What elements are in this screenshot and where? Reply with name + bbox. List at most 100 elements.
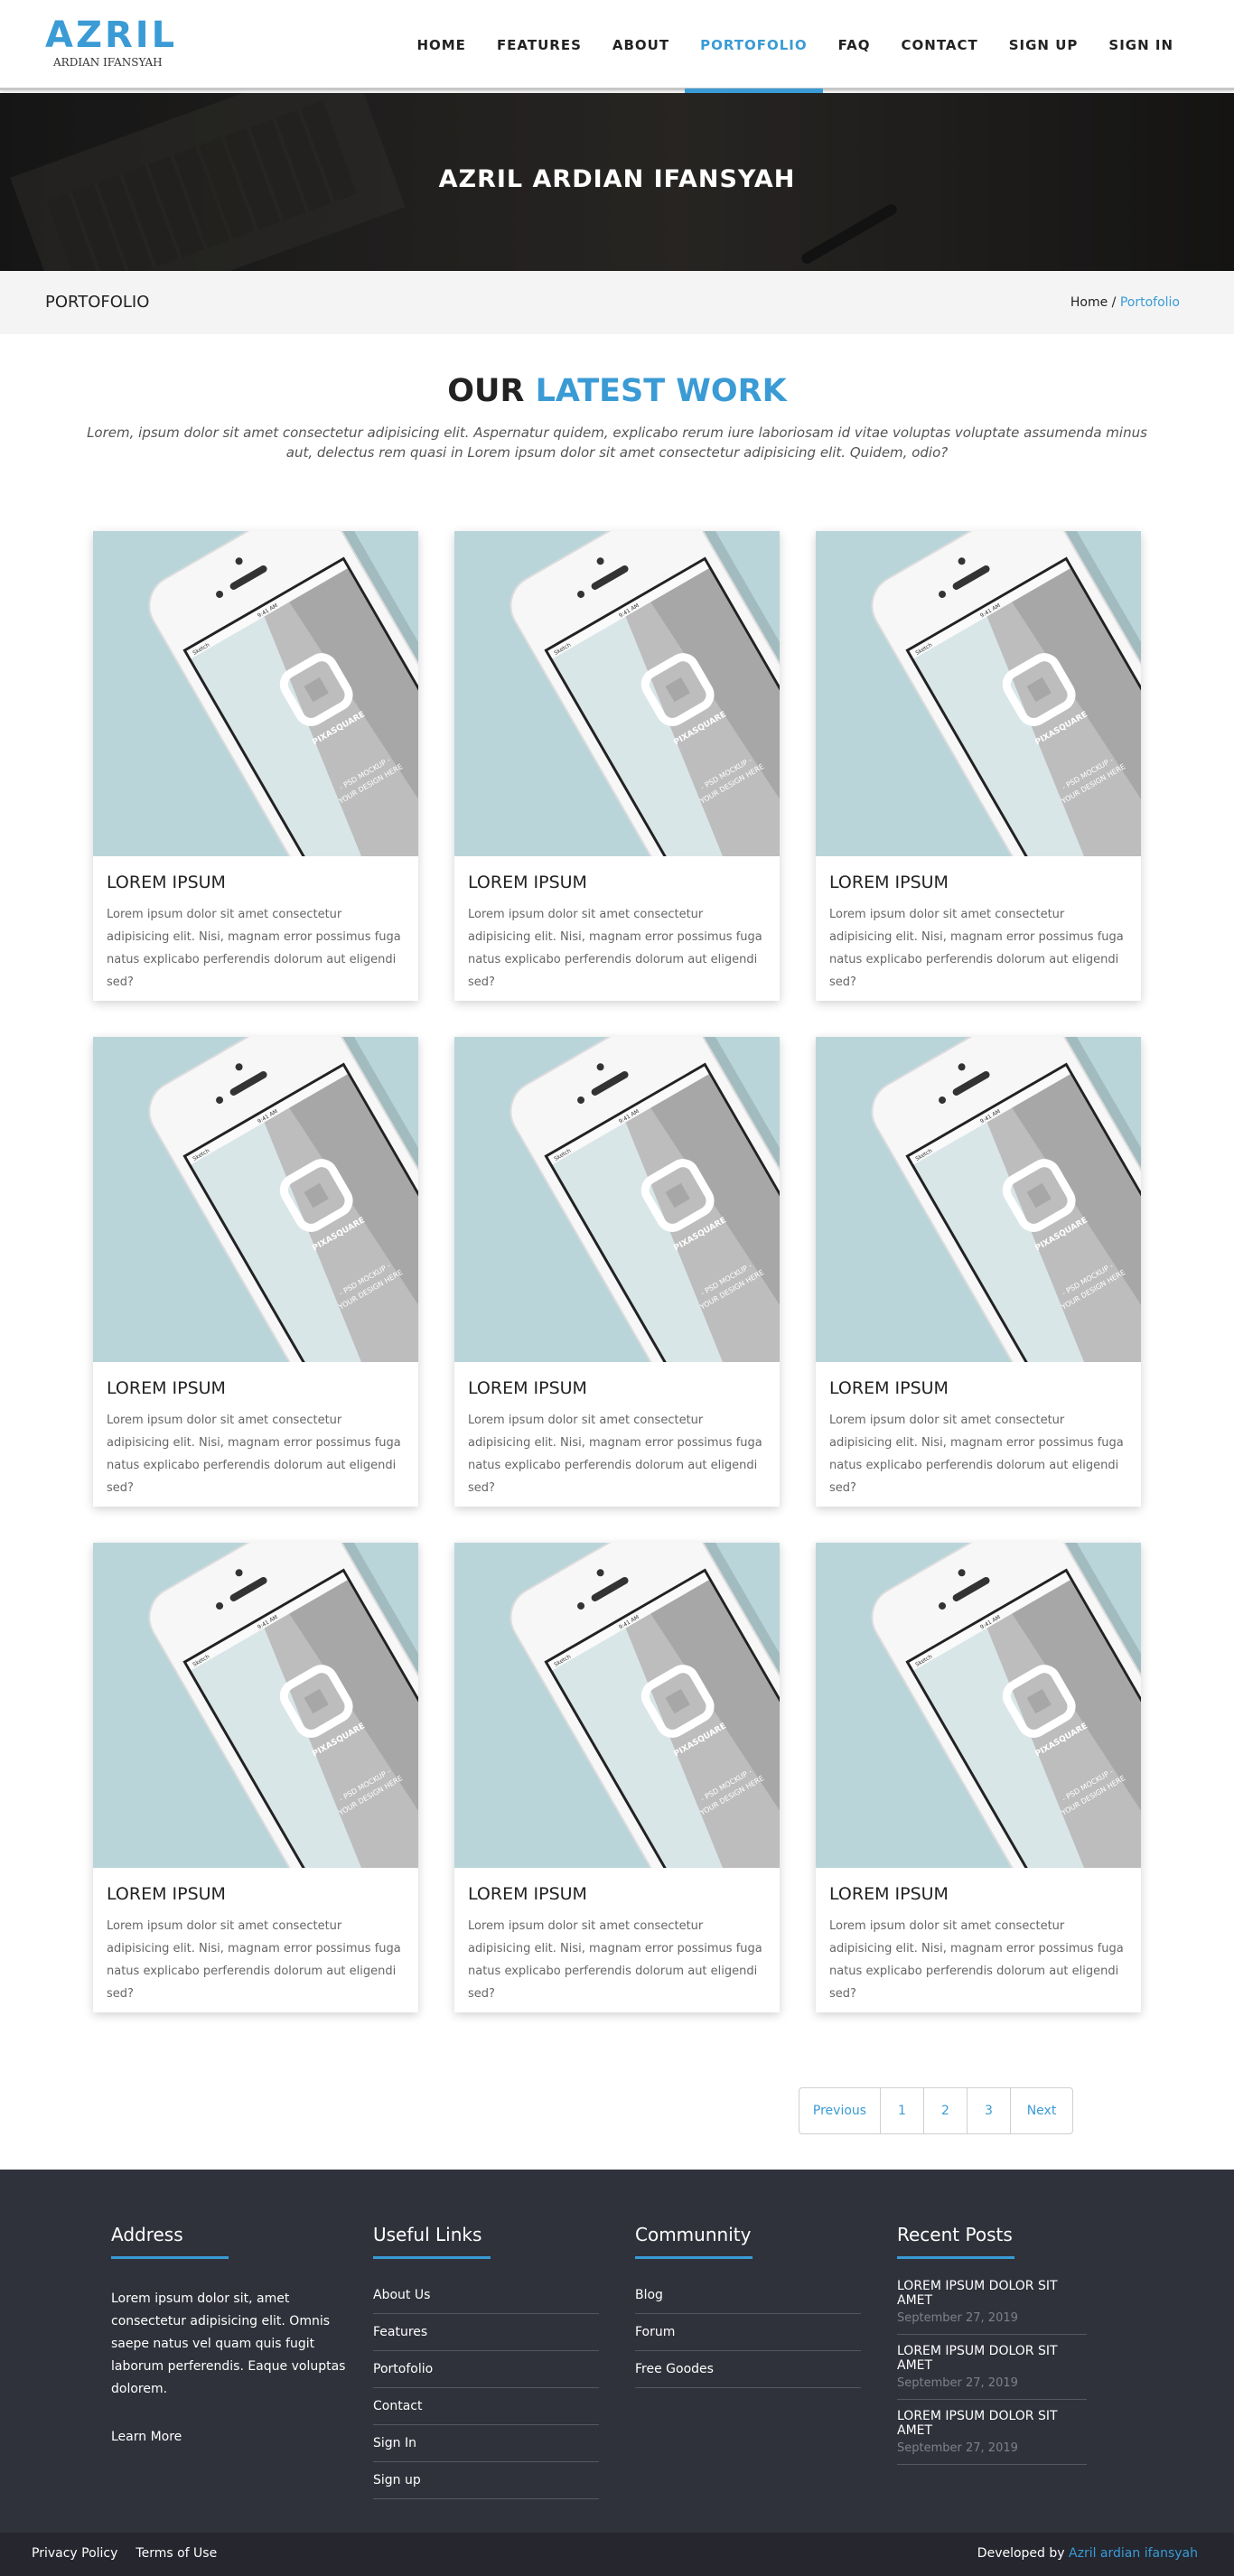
phone-mockup-illustration: PIXASQUARE- PSD MOCKUP -YOUR DESIGN HERE…	[816, 1543, 1141, 1868]
recent-post[interactable]: LOREM IPSUM DOLOR SIT AMET September 27,…	[897, 2409, 1087, 2465]
nav-sign-in[interactable]: SIGN IN	[1093, 0, 1189, 90]
phone-mockup-illustration: PIXASQUARE- PSD MOCKUP -YOUR DESIGN HERE…	[454, 531, 780, 856]
phone-mockup-image: PIXASQUARE - PSD MOCKUP - YOUR DESIGN HERE…	[816, 1543, 1141, 1868]
footer-link-about-us[interactable]: About Us	[373, 2277, 599, 2314]
breadcrumb-home[interactable]: Home	[1070, 295, 1108, 310]
pagination-page-1[interactable]: 1	[881, 2088, 924, 2133]
portfolio-card-title: LOREM IPSUM	[468, 1378, 587, 1398]
site-logo[interactable]: AZRIL ARDIAN IFANSYAH	[45, 14, 208, 69]
footer-useful-links-heading: Useful Links	[373, 2224, 482, 2245]
footer-link-sign-in[interactable]: Sign In	[373, 2425, 599, 2462]
breadcrumb-separator: /	[1108, 295, 1120, 310]
section-heading-accent: LATEST WORK	[535, 373, 787, 409]
portfolio-card-title: LOREM IPSUM	[107, 873, 226, 892]
recent-post-title: LOREM IPSUM DOLOR SIT AMET	[897, 2344, 1058, 2373]
portfolio-card[interactable]: PIXASQUARE - PSD MOCKUP - YOUR DESIGN HERE…	[454, 531, 780, 1001]
nav-about[interactable]: ABOUT	[597, 0, 685, 90]
recent-post[interactable]: LOREM IPSUM DOLOR SIT AMET September 27,…	[897, 2279, 1087, 2335]
footer-community-heading: Communnity	[635, 2224, 752, 2245]
recent-post-title: LOREM IPSUM DOLOR SIT AMET	[897, 2409, 1058, 2438]
footer-useful-links: Useful Links About Us Features Portofoli…	[373, 2224, 599, 2499]
portfolio-card[interactable]: PIXASQUARE - PSD MOCKUP - YOUR DESIGN HERE…	[454, 1037, 780, 1507]
privacy-policy-link[interactable]: Privacy Policy	[32, 2546, 117, 2561]
developed-by-label: Developed by	[977, 2546, 1070, 2561]
nav-features[interactable]: FEATURES	[481, 0, 597, 90]
portfolio-card-text: Lorem ipsum dolor sit amet consectetur a…	[468, 1919, 762, 2001]
portfolio-card-text: Lorem ipsum dolor sit amet consectetur a…	[829, 1414, 1124, 1495]
phone-mockup-image: PIXASQUARE - PSD MOCKUP - YOUR DESIGN HERE…	[816, 531, 1141, 856]
phone-mockup-image: PIXASQUARE - PSD MOCKUP - YOUR DESIGN HERE…	[454, 1543, 780, 1868]
footer-address-heading: Address	[111, 2224, 183, 2245]
phone-mockup-image: PIXASQUARE - PSD MOCKUP - YOUR DESIGN HERE…	[816, 1037, 1141, 1362]
pagination-previous[interactable]: Previous	[799, 2088, 881, 2133]
nav-sign-up[interactable]: SIGN UP	[994, 0, 1094, 90]
phone-mockup-image: PIXASQUARE - PSD MOCKUP - YOUR DESIGN HERE…	[93, 1037, 418, 1362]
portfolio-card[interactable]: PIXASQUARE - PSD MOCKUP - YOUR DESIGN HERE…	[816, 1543, 1141, 2012]
breadcrumb-current: Portofolio	[1119, 295, 1180, 310]
section-description: Lorem, ipsum dolor sit amet consectetur …	[87, 425, 1147, 461]
portfolio-card-title: LOREM IPSUM	[468, 873, 587, 892]
developer-link[interactable]: Azril ardian ifansyah	[1069, 2546, 1198, 2561]
phone-mockup-image: PIXASQUARE - PSD MOCKUP - YOUR DESIGN HERE…	[93, 1543, 418, 1868]
nav-faq[interactable]: FAQ	[823, 0, 886, 90]
main-menu: HOME FEATURES ABOUT PORTOFOLIO FAQ CONTA…	[401, 0, 1189, 93]
portfolio-card-title: LOREM IPSUM	[107, 1378, 226, 1398]
portfolio-card[interactable]: PIXASQUARE - PSD MOCKUP - YOUR DESIGN HERE…	[454, 1543, 780, 2012]
footer-link-sign-up[interactable]: Sign up	[373, 2462, 599, 2499]
portfolio-card[interactable]: PIXASQUARE - PSD MOCKUP - YOUR DESIGN HERE…	[93, 1037, 418, 1507]
logo-subtitle: ARDIAN IFANSYAH	[53, 56, 163, 69]
pagination-page-2[interactable]: 2	[924, 2088, 968, 2133]
hero-banner: AZRIL ARDIAN IFANSYAH	[0, 93, 1234, 271]
section-heading-prefix: OUR	[447, 373, 536, 409]
learn-more-link[interactable]: Learn More	[111, 2430, 337, 2444]
footer-community: Communnity Blog Forum Free Goodes	[635, 2224, 861, 2388]
navbar: AZRIL ARDIAN IFANSYAH HOME FEATURES ABOU…	[0, 0, 1234, 93]
pagination-page-3[interactable]: 3	[968, 2088, 1011, 2133]
portfolio-card-title: LOREM IPSUM	[468, 1884, 587, 1904]
nav-home[interactable]: HOME	[401, 0, 481, 90]
footer-link-free-goodes[interactable]: Free Goodes	[635, 2351, 861, 2388]
footer-link-contact[interactable]: Contact	[373, 2388, 599, 2425]
footer-recent-posts: Recent Posts LOREM IPSUM DOLOR SIT AMET …	[897, 2224, 1123, 2474]
portfolio-card[interactable]: PIXASQUARE - PSD MOCKUP - YOUR DESIGN HERE…	[816, 1037, 1141, 1507]
logo-name: AZRIL	[45, 14, 178, 56]
portfolio-card-text: Lorem ipsum dolor sit amet consectetur a…	[107, 1919, 401, 2001]
portfolio-card[interactable]: PIXASQUARE - PSD MOCKUP - YOUR DESIGN HERE…	[93, 1543, 418, 2012]
footer: Address Lorem ipsum dolor sit, amet cons…	[0, 2170, 1234, 2533]
recent-post-date: September 27, 2019	[897, 2441, 1018, 2455]
bottom-bar: Privacy Policy Terms of Use Developed by…	[0, 2533, 1234, 2576]
footer-address: Address Lorem ipsum dolor sit, amet cons…	[111, 2224, 345, 2444]
phone-mockup-image: PIXASQUARE - PSD MOCKUP - YOUR DESIGN HERE…	[454, 531, 780, 856]
portfolio-card-title: LOREM IPSUM	[829, 873, 949, 892]
phone-mockup-illustration: PIXASQUARE- PSD MOCKUP -YOUR DESIGN HERE…	[93, 531, 418, 856]
pagination-next[interactable]: Next	[1011, 2088, 1072, 2133]
nav-contact[interactable]: CONTACT	[886, 0, 994, 90]
recent-post-date: September 27, 2019	[897, 2311, 1018, 2325]
portfolio-card-text: Lorem ipsum dolor sit amet consectetur a…	[107, 1414, 401, 1495]
portfolio-card-text: Lorem ipsum dolor sit amet consectetur a…	[468, 1414, 762, 1495]
footer-link-portofolio[interactable]: Portofolio	[373, 2351, 599, 2388]
section-heading: OUR LATEST WORK	[0, 373, 1234, 409]
phone-mockup-illustration: PIXASQUARE- PSD MOCKUP -YOUR DESIGN HERE…	[454, 1037, 780, 1362]
phone-mockup-illustration: PIXASQUARE- PSD MOCKUP -YOUR DESIGN HERE…	[93, 1543, 418, 1868]
portfolio-card[interactable]: PIXASQUARE - PSD MOCKUP - YOUR DESIGN HERE…	[93, 531, 418, 1001]
portfolio-card-text: Lorem ipsum dolor sit amet consectetur a…	[829, 908, 1124, 989]
footer-link-forum[interactable]: Forum	[635, 2314, 861, 2351]
footer-address-text: Lorem ipsum dolor sit, amet consectetur …	[111, 2291, 346, 2396]
footer-link-features[interactable]: Features	[373, 2314, 599, 2351]
breadcrumb: Home / Portofolio	[1070, 295, 1180, 310]
pagination: Previous 1 2 3 Next	[799, 2087, 1073, 2134]
page-title: PORTOFOLIO	[45, 293, 150, 312]
nav-portofolio[interactable]: PORTOFOLIO	[685, 0, 823, 93]
phone-mockup-illustration: PIXASQUARE- PSD MOCKUP -YOUR DESIGN HERE…	[93, 1037, 418, 1362]
portfolio-card[interactable]: PIXASQUARE - PSD MOCKUP - YOUR DESIGN HERE…	[816, 531, 1141, 1001]
footer-recent-posts-heading: Recent Posts	[897, 2224, 1013, 2245]
developer-credit: Developed by Azril ardian ifansyah	[977, 2546, 1198, 2561]
phone-mockup-illustration: PIXASQUARE- PSD MOCKUP -YOUR DESIGN HERE…	[454, 1543, 780, 1868]
portfolio-card-title: LOREM IPSUM	[107, 1884, 226, 1904]
footer-link-blog[interactable]: Blog	[635, 2277, 861, 2314]
terms-of-use-link[interactable]: Terms of Use	[136, 2546, 217, 2561]
phone-mockup-image: PIXASQUARE - PSD MOCKUP - YOUR DESIGN HERE…	[93, 531, 418, 856]
portfolio-card-title: LOREM IPSUM	[829, 1378, 949, 1398]
recent-post[interactable]: LOREM IPSUM DOLOR SIT AMET September 27,…	[897, 2344, 1087, 2400]
